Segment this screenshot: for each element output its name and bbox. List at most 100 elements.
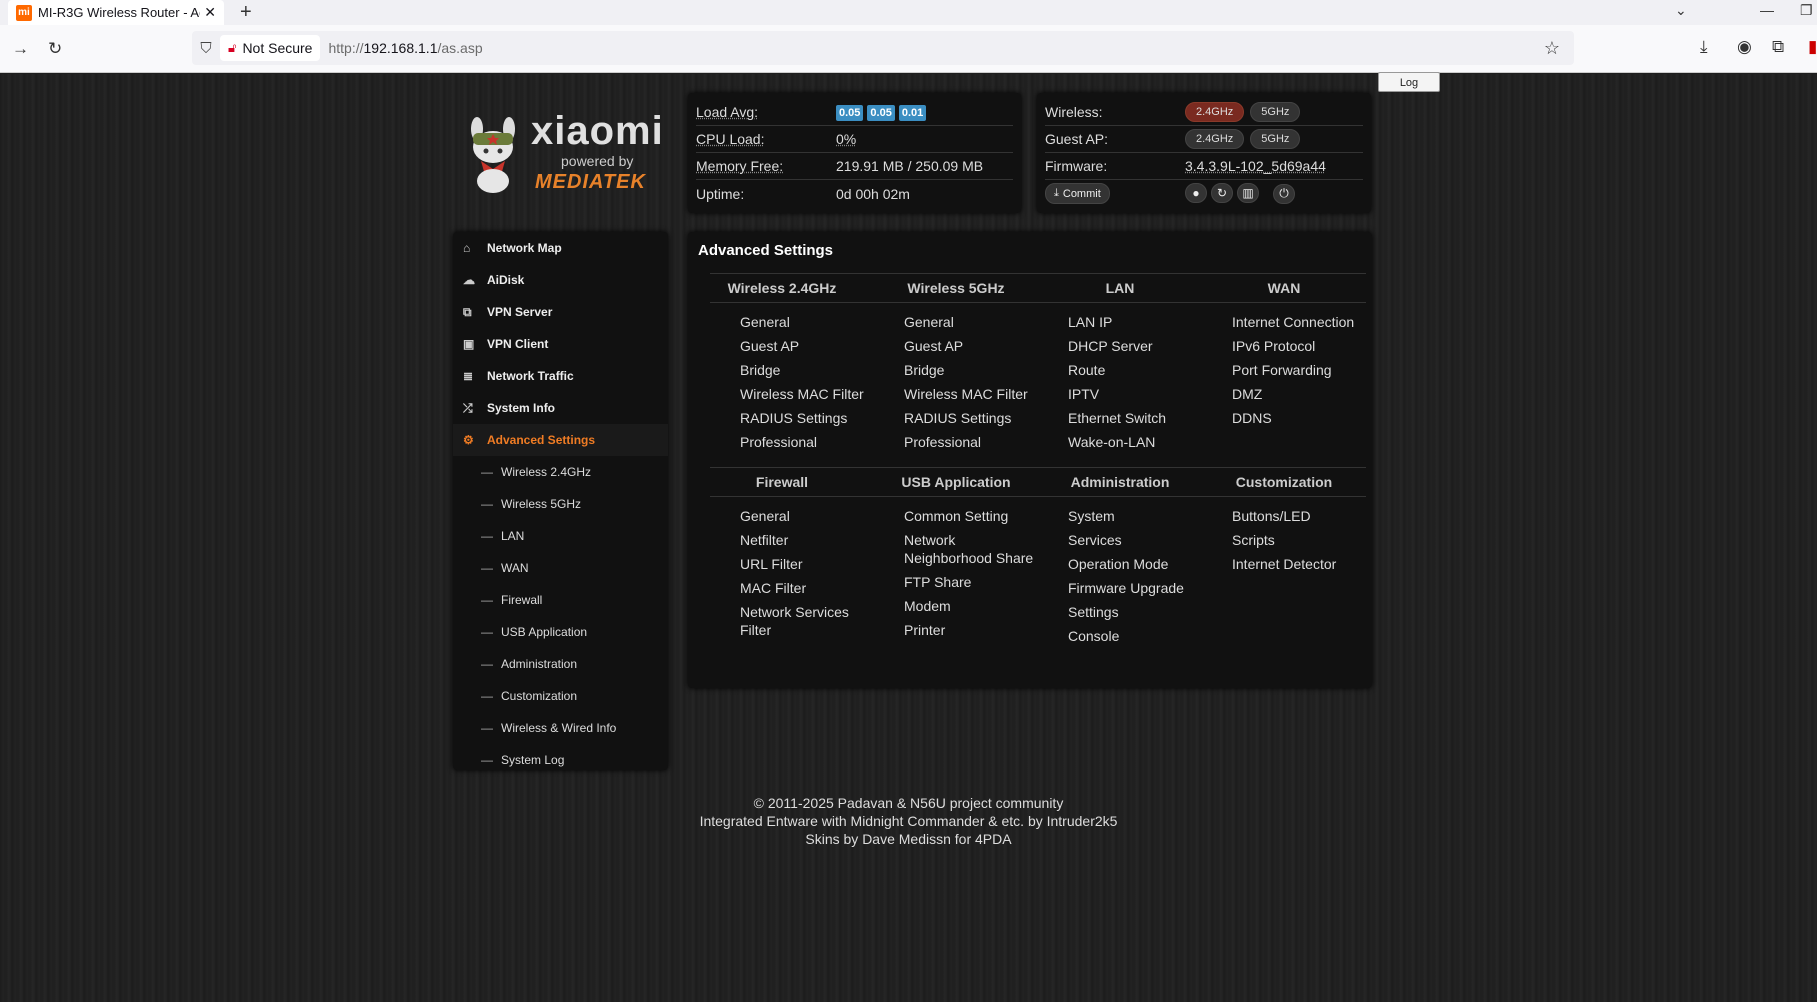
settings-link[interactable]: Wireless MAC Filter — [904, 385, 1038, 403]
vpn-server-icon: ⧉ — [463, 304, 472, 319]
wireless-24-toggle[interactable]: 2.4GHz — [1185, 102, 1245, 122]
settings-link[interactable]: Route — [1068, 361, 1202, 379]
security-indicator[interactable]: 🔓︎ Not Secure — [220, 35, 321, 61]
sidebar-sub-wan[interactable]: — WAN — [453, 552, 668, 584]
mi-bunny-mascot-icon — [471, 117, 515, 193]
settings-link[interactable]: Netfilter — [740, 531, 874, 549]
shield-icon[interactable]: ⛉ — [192, 40, 220, 57]
sidebar-sub-lan[interactable]: — LAN — [453, 520, 668, 552]
sidebar-sub-system-log[interactable]: — System Log — [453, 744, 668, 776]
settings-link[interactable]: IPv6 Protocol — [1232, 337, 1366, 355]
sidebar-item-vpn-server[interactable]: ⧉ VPN Server — [453, 296, 668, 328]
settings-link[interactable]: Scripts — [1232, 531, 1366, 549]
settings-link[interactable]: Guest AP — [740, 337, 874, 355]
settings-link[interactable]: DMZ — [1232, 385, 1366, 403]
sidebar-sub-administration[interactable]: — Administration — [453, 648, 668, 680]
memory-label[interactable]: Memory Free: — [696, 158, 836, 174]
settings-link[interactable]: Guest AP — [904, 337, 1038, 355]
settings-link[interactable]: FTP Share — [904, 573, 1038, 591]
guest-24-toggle[interactable]: 2.4GHz — [1185, 129, 1245, 149]
addon-shield-icon[interactable]: ▮ — [1808, 37, 1817, 57]
uptime-value: 0d 00h 02m — [836, 185, 910, 202]
settings-link[interactable]: Port Forwarding — [1232, 361, 1366, 379]
settings-link[interactable]: Settings — [1068, 603, 1202, 621]
url-bar[interactable]: ⛉ 🔓︎ Not Secure http://192.168.1.1/as.as… — [192, 31, 1574, 65]
section-links: Internet Connection IPv6 Protocol Port For… — [1202, 303, 1366, 467]
new-tab-icon[interactable]: + — [240, 0, 252, 25]
log-button[interactable]: Log — [1378, 72, 1440, 92]
restore-icon[interactable]: ❐ — [1800, 2, 1813, 19]
bookmark-star-icon[interactable]: ☆ — [1544, 38, 1560, 59]
user-icon[interactable]: ● — [1185, 183, 1207, 204]
settings-link[interactable]: Professional — [904, 433, 1038, 451]
settings-link[interactable]: Internet Detector — [1232, 555, 1366, 573]
sidebar-item-system-info[interactable]: ⤮ System Info — [453, 392, 668, 424]
settings-link[interactable]: DDNS — [1232, 409, 1366, 427]
sidebar-sub-wireless-5[interactable]: — Wireless 5GHz — [453, 488, 668, 520]
settings-link[interactable]: Buttons/LED — [1232, 507, 1366, 525]
browser-tab[interactable]: mi MI-R3G Wireless Router - Advan ✕ — [8, 0, 224, 25]
settings-link[interactable]: System — [1068, 507, 1202, 525]
sidebar-item-aidisk[interactable]: ☁ AiDisk — [453, 264, 668, 296]
wireless-5-toggle[interactable]: 5GHz — [1250, 102, 1301, 122]
system-status-panel: Load Avg: 0.05 0.05 0.01 CPU Load: 0% Memo… — [688, 93, 1021, 213]
url-protocol: http:// — [328, 40, 364, 56]
settings-link[interactable]: Ethernet Switch — [1068, 409, 1202, 427]
sidebar-sub-wireless-wired-info[interactable]: — Wireless & Wired Info — [453, 712, 668, 744]
close-tab-icon[interactable]: ✕ — [204, 4, 216, 21]
settings-link[interactable]: LAN IP — [1068, 313, 1202, 331]
settings-link[interactable]: Console — [1068, 627, 1202, 645]
sidebar-sub-usb-application[interactable]: — USB Application — [453, 616, 668, 648]
trash-icon[interactable]: ▥ — [1237, 183, 1259, 204]
wireless-label: Wireless: — [1045, 104, 1103, 120]
forward-icon[interactable]: → — [12, 39, 29, 59]
sidebar-item-vpn-client[interactable]: ▣ VPN Client — [453, 328, 668, 360]
settings-link[interactable]: Bridge — [740, 361, 874, 379]
settings-link[interactable]: Internet Connection — [1232, 313, 1366, 331]
minimize-icon[interactable]: — — [1760, 2, 1774, 18]
settings-link[interactable]: URL Filter — [740, 555, 874, 573]
settings-link[interactable]: DHCP Server — [1068, 337, 1202, 355]
sidebar-item-network-traffic[interactable]: ≣ Network Traffic — [453, 360, 668, 392]
settings-link[interactable]: RADIUS Settings — [740, 409, 874, 427]
sidebar-item-network-map[interactable]: ⌂ Network Map — [453, 232, 668, 264]
list-tabs-icon[interactable]: ⌄ — [1675, 2, 1687, 19]
settings-link[interactable]: Network Neighborhood Share — [904, 531, 1038, 567]
account-icon[interactable]: ◉ — [1737, 37, 1752, 57]
reload-icon[interactable]: ↻ — [48, 39, 62, 59]
settings-link[interactable]: Services — [1068, 531, 1202, 549]
sidebar-sub-wireless-24[interactable]: — Wireless 2.4GHz — [453, 456, 668, 488]
sidebar-sub-firewall[interactable]: — Firewall — [453, 584, 668, 616]
extensions-icon[interactable]: ⧉ — [1772, 37, 1784, 57]
commit-button[interactable]: ⤓ Commit — [1045, 183, 1110, 204]
section-links: System Services Operation Mode Firmware Upg… — [1038, 497, 1202, 661]
settings-link[interactable]: RADIUS Settings — [904, 409, 1038, 427]
guest-5-toggle[interactable]: 5GHz — [1250, 129, 1301, 149]
sidebar-sub-customization[interactable]: — Customization — [453, 680, 668, 712]
settings-link[interactable]: Network Services Filter — [740, 603, 874, 639]
settings-link[interactable]: Printer — [904, 621, 1038, 639]
vendor-logo: MEDIATEK — [535, 171, 646, 193]
settings-link[interactable]: Firmware Upgrade — [1068, 579, 1202, 597]
settings-link[interactable]: Wireless MAC Filter — [740, 385, 874, 403]
refresh-icon[interactable]: ↻ — [1211, 183, 1233, 204]
cpu-load-label[interactable]: CPU Load: — [696, 131, 836, 147]
downloads-icon[interactable]: ⤓ — [1700, 37, 1708, 57]
settings-link[interactable]: Wake-on-LAN — [1068, 433, 1202, 451]
settings-link[interactable]: General — [740, 313, 874, 331]
settings-link[interactable]: Bridge — [904, 361, 1038, 379]
settings-link[interactable]: Modem — [904, 597, 1038, 615]
memory-row: Memory Free: 219.91 MB / 250.09 MB — [696, 153, 1013, 180]
section-links: General Guest AP Bridge Wireless MAC Filter… — [710, 303, 874, 467]
settings-link[interactable]: Operation Mode — [1068, 555, 1202, 573]
settings-link[interactable]: Common Setting — [904, 507, 1038, 525]
settings-link[interactable]: IPTV — [1068, 385, 1202, 403]
settings-link[interactable]: MAC Filter — [740, 579, 874, 597]
firmware-value[interactable]: 3.4.3.9L-102_5d69a44 — [1185, 158, 1326, 174]
settings-link[interactable]: General — [904, 313, 1038, 331]
settings-link[interactable]: General — [740, 507, 874, 525]
settings-link[interactable]: Professional — [740, 433, 874, 451]
power-icon[interactable]: ⏻ — [1273, 183, 1295, 204]
sidebar-item-advanced-settings[interactable]: ⚙ Advanced Settings — [453, 424, 668, 456]
brand-name: XIAOMI — [531, 109, 664, 153]
